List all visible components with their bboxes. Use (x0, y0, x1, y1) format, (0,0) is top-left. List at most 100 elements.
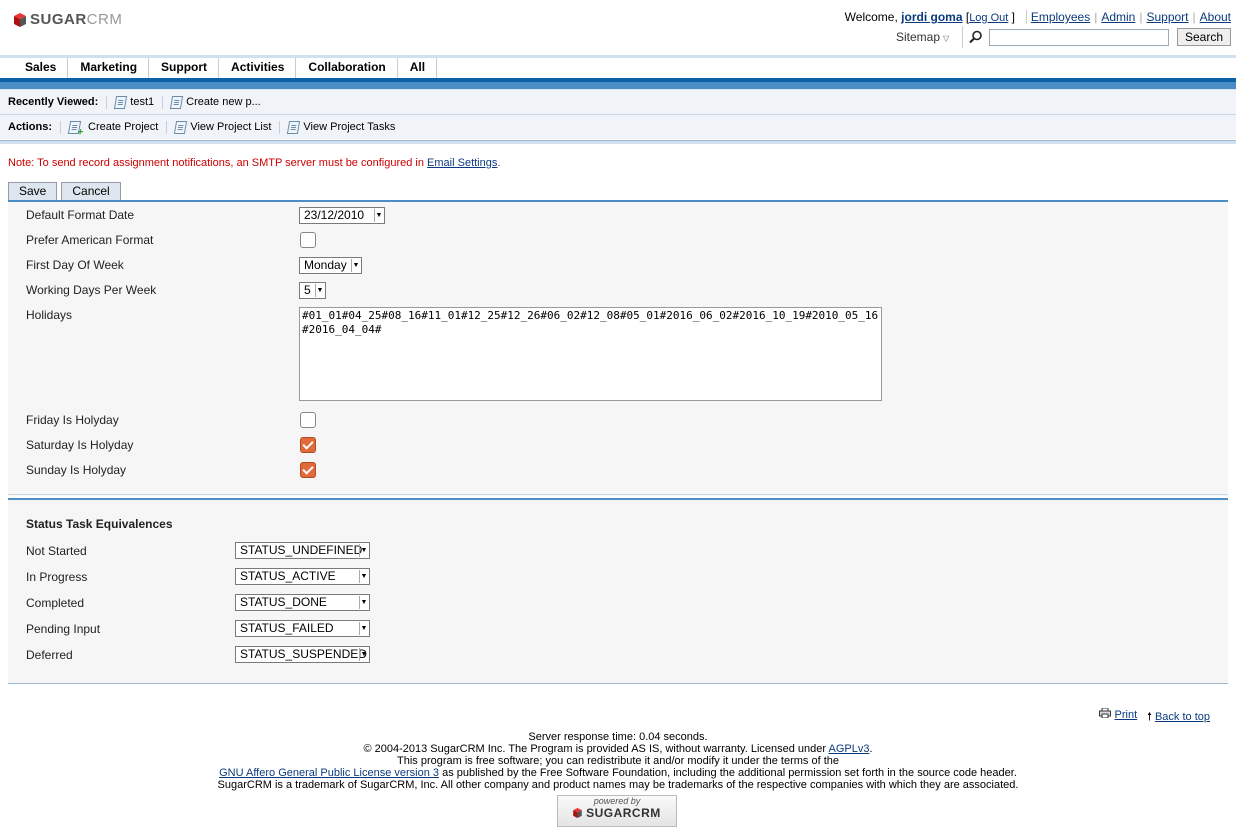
search-bar: Search (962, 26, 1232, 48)
selected-value: STATUS_DONE (240, 595, 327, 609)
smtp-note: Note: To send record assignment notifica… (8, 157, 500, 169)
tab-support[interactable]: Support (149, 58, 220, 78)
response-time: Server response time: 0.04 seconds. (528, 731, 708, 743)
action-label: Create Project (88, 121, 159, 133)
recent-item-label: Create new p... (186, 96, 261, 108)
saturday-holyday-label: Saturday Is Holyday (26, 438, 134, 452)
footer: Server response time: 0.04 seconds. © 20… (0, 731, 1236, 791)
tab-marketing[interactable]: Marketing (68, 58, 150, 78)
welcome-text: Welcome, jordi goma [Log Out ] (845, 10, 1015, 24)
note-text: Note: To send record assignment notifica… (8, 157, 424, 169)
email-settings-link[interactable]: Email Settings (427, 157, 497, 169)
trademark-text: SugarCRM is a trademark of SugarCRM, Inc… (217, 779, 1019, 791)
print-link[interactable]: Print (1099, 707, 1137, 727)
pending-input-select[interactable]: STATUS_FAILED ▼ (235, 620, 370, 637)
default-format-date-select[interactable]: 23/12/2010 ▼ (299, 207, 385, 224)
selected-value: 5 (304, 283, 311, 297)
note-suffix: . (497, 157, 501, 169)
selected-value: STATUS_ACTIVE (240, 569, 336, 583)
first-day-of-week-select[interactable]: Monday ▼ (299, 257, 362, 274)
about-link[interactable]: About (1200, 10, 1231, 24)
user-name-link[interactable]: jordi goma (901, 10, 962, 24)
completed-label: Completed (26, 596, 85, 610)
holidays-label: Holidays (26, 308, 73, 322)
module-tabs: Sales Marketing Support Activities Colla… (13, 58, 438, 78)
search-input[interactable] (989, 28, 1169, 46)
copyright-line: © 2004-2013 SugarCRM Inc. The Program is… (363, 743, 873, 755)
recent-item-test1[interactable]: test1 (106, 95, 162, 109)
holidays-textarea[interactable]: #01_01#04_25#08_16#11_01#12_25#12_26#06_… (299, 307, 882, 401)
powered-by-text: powered by (593, 796, 641, 806)
footer-links: Print 🠕 Back to top (1099, 707, 1210, 727)
not-started-label: Not Started (26, 544, 87, 558)
admin-link[interactable]: Admin (1101, 10, 1135, 24)
actions-divider (0, 140, 1236, 144)
actions-bar: Actions: Create Project View Project Lis… (0, 114, 1236, 139)
working-days-select[interactable]: 5 ▼ (299, 282, 326, 299)
gnu-license-link[interactable]: GNU Affero General Public License versio… (219, 767, 439, 779)
tab-sales[interactable]: Sales (13, 58, 69, 78)
not-started-select[interactable]: STATUS_UNDEFINED ▼ (235, 542, 370, 559)
completed-select[interactable]: STATUS_DONE ▼ (235, 594, 370, 611)
chevron-down-icon: ▼ (359, 622, 368, 635)
saturday-holyday-checkbox[interactable] (300, 437, 316, 453)
search-button[interactable]: Search (1177, 28, 1232, 46)
action-label: View Project List (190, 121, 272, 133)
action-label: View Project Tasks (303, 121, 396, 133)
project-icon (169, 95, 184, 109)
view-project-list-link[interactable]: View Project List (166, 120, 279, 134)
copyright-text: © 2004-2013 SugarCRM Inc. The Program is… (363, 743, 827, 755)
recent-item-create-new[interactable]: Create new p... (162, 95, 269, 109)
working-days-label: Working Days Per Week (26, 283, 157, 297)
selected-value: STATUS_UNDEFINED (240, 543, 363, 557)
pending-input-label: Pending Input (26, 622, 101, 636)
agpl-link[interactable]: AGPLv3 (829, 743, 870, 755)
default-format-date-label: Default Format Date (26, 208, 135, 222)
cancel-button[interactable]: Cancel (61, 182, 121, 201)
chevron-down-icon: ▼ (359, 648, 368, 661)
create-project-link[interactable]: Create Project (60, 120, 166, 134)
status-section-title: Status Task Equivalences (26, 517, 173, 531)
back-to-top-link[interactable]: 🠕 Back to top (1147, 708, 1210, 727)
friday-holyday-checkbox[interactable] (300, 412, 316, 428)
sitemap-menu[interactable]: Sitemap ▽ (896, 30, 949, 44)
recent-item-label: test1 (130, 96, 155, 108)
welcome-prefix: Welcome, (844, 10, 898, 24)
save-button[interactable]: Save (8, 182, 58, 201)
deferred-select[interactable]: STATUS_SUSPENDED ▼ (235, 646, 370, 663)
chevron-down-icon: ▽ (943, 34, 950, 43)
actions-label: Actions: (8, 121, 52, 133)
tab-collaboration[interactable]: Collaboration (296, 58, 398, 78)
chevron-down-icon: ▼ (359, 544, 368, 557)
support-link[interactable]: Support (1146, 10, 1188, 24)
tab-all[interactable]: All (398, 58, 438, 78)
powered-by-badge[interactable]: powered by SUGARCRM (557, 795, 677, 827)
printer-icon (1099, 707, 1112, 719)
powered-by-brand: SUGARCRM (558, 806, 676, 820)
chevron-down-icon: ▼ (374, 209, 383, 222)
panel-separator (8, 494, 1228, 495)
employees-link[interactable]: Employees (1031, 10, 1090, 24)
chevron-down-icon: ▼ (315, 284, 324, 297)
gnu-line: GNU Affero General Public License versio… (0, 767, 1236, 779)
arrow-up-icon: 🠕 (1147, 711, 1152, 723)
search-icon[interactable] (969, 30, 983, 44)
sugarcrm-logo[interactable]: SUGAR CRM (14, 11, 122, 28)
tab-activities[interactable]: Activities (219, 58, 297, 78)
view-project-tasks-link[interactable]: View Project Tasks (279, 120, 403, 134)
status-panel (8, 498, 1228, 684)
chevron-down-icon: ▼ (359, 570, 368, 583)
deferred-label: Deferred (26, 648, 73, 662)
back-to-top-label: Back to top (1154, 711, 1210, 723)
logout-link[interactable]: Log Out (969, 12, 1008, 24)
recently-viewed-bar: Recently Viewed: test1 Create new p... (0, 89, 1236, 114)
powered-brand-label: SUGARCRM (586, 806, 661, 820)
prefer-american-label: Prefer American Format (26, 233, 154, 247)
prefer-american-checkbox[interactable] (300, 232, 316, 248)
project-tasks-icon (287, 120, 301, 134)
in-progress-select[interactable]: STATUS_ACTIVE ▼ (235, 568, 370, 585)
selected-value: 23/12/2010 (304, 208, 365, 222)
selected-value: Monday (304, 258, 347, 272)
recently-viewed-label: Recently Viewed: (8, 96, 99, 108)
sunday-holyday-checkbox[interactable] (300, 462, 316, 478)
